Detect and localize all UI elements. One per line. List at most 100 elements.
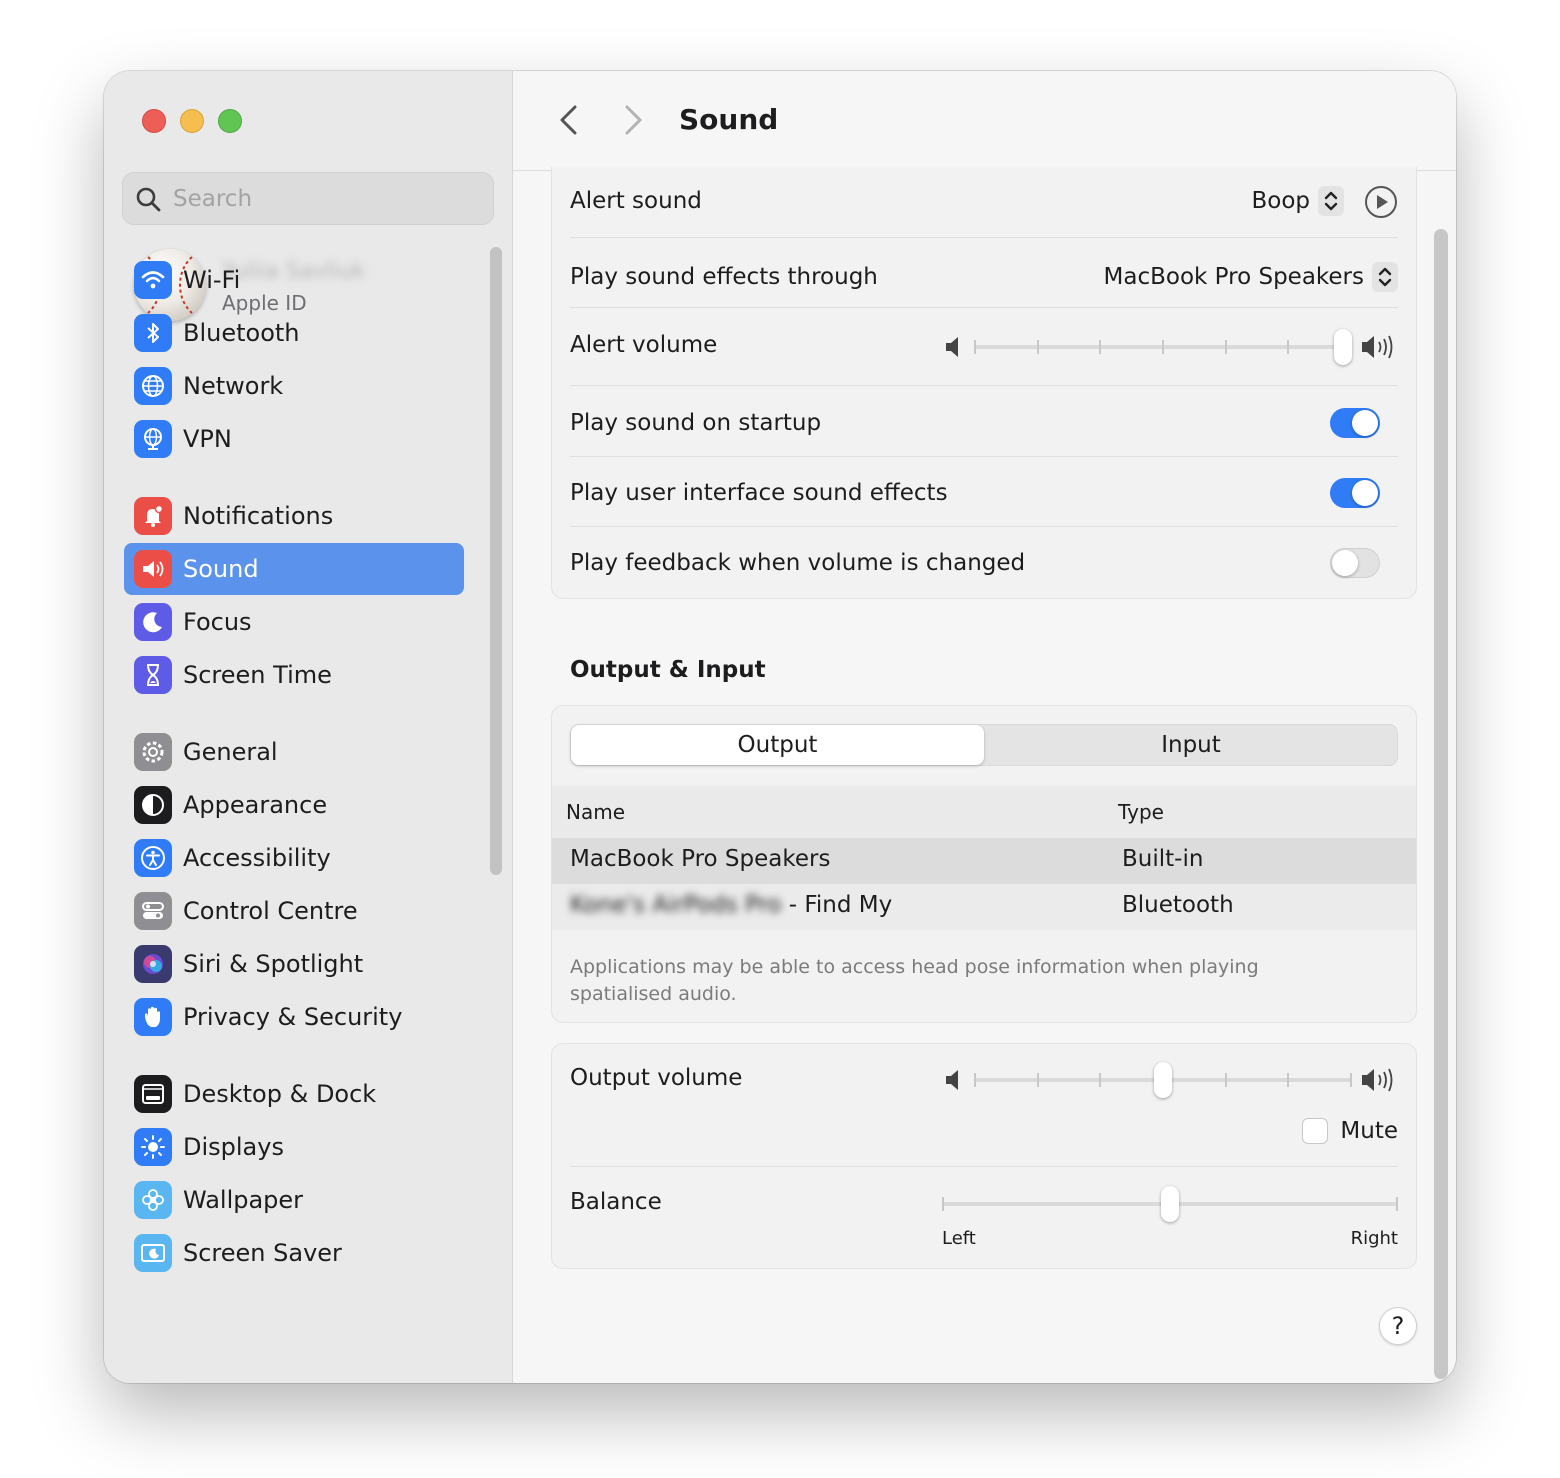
sidebar-item-label: Appearance — [183, 791, 328, 819]
sidebar-item-wi-fi[interactable]: Wi-Fi — [124, 254, 464, 306]
zoom-window-button[interactable] — [218, 109, 242, 133]
balance-right-label: Right — [1350, 1228, 1398, 1249]
sidebar-item-label: Sound — [183, 555, 259, 583]
alert-sound-label: Alert sound — [570, 188, 702, 214]
siri-icon — [134, 945, 172, 983]
forward-chevron-icon[interactable] — [617, 103, 649, 137]
sidebar-item-displays[interactable]: Displays — [124, 1121, 464, 1173]
window-controls — [142, 109, 242, 133]
toggle-knob — [1352, 410, 1378, 436]
sidebar-item-vpn[interactable]: VPN — [124, 413, 464, 465]
slider-tick — [942, 1197, 944, 1211]
hourglass-icon — [134, 656, 172, 694]
dock-icon — [134, 1075, 172, 1113]
alert-volume-slider[interactable] — [974, 327, 1352, 367]
speaker-high-icon — [1362, 1068, 1393, 1092]
sidebar-item-desktop-dock[interactable]: Desktop & Dock — [124, 1068, 464, 1120]
balance-slider[interactable] — [942, 1184, 1398, 1224]
device-name-prefix: Kone's AirPods Pro — [570, 892, 782, 918]
sidebar-item-wallpaper[interactable]: Wallpaper — [124, 1174, 464, 1226]
divider — [570, 1166, 1398, 1167]
divider — [570, 385, 1398, 386]
sidebar-item-screen-saver[interactable]: Screen Saver — [124, 1227, 464, 1279]
back-chevron-icon[interactable] — [553, 103, 585, 137]
minimize-window-button[interactable] — [180, 109, 204, 133]
slider-thumb[interactable] — [1161, 1186, 1179, 1222]
slider-tick — [1037, 1073, 1039, 1087]
toggle-knob — [1332, 550, 1358, 576]
sidebar-item-siri-spotlight[interactable]: Siri & Spotlight — [124, 938, 464, 990]
slider-tick — [1099, 340, 1101, 354]
sound-through-popup[interactable]: MacBook Pro Speakers — [1104, 262, 1398, 292]
sidebar-item-label: Control Centre — [183, 897, 358, 925]
gear-icon — [134, 733, 172, 771]
alert-sound-row: Alert sound Boop — [570, 181, 1398, 221]
table-row[interactable]: Kone's AirPods Pro - Find My Bluetooth — [552, 884, 1416, 930]
search-input[interactable] — [173, 173, 473, 224]
speaker-low-icon — [946, 337, 958, 357]
sidebar-item-appearance[interactable]: Appearance — [124, 779, 464, 831]
slider-tick — [1037, 340, 1039, 354]
sidebar-item-network[interactable]: Network — [124, 360, 464, 412]
sidebar-item-privacy-security[interactable]: Privacy & Security — [124, 991, 464, 1043]
bluetooth-icon — [134, 314, 172, 352]
output-input-card: Output Input Name Type MacBook Pro Speak… — [551, 705, 1417, 1023]
sidebar-item-sound[interactable]: Sound — [124, 543, 464, 595]
output-input-segmented-control: Output Input — [570, 724, 1398, 766]
bell-icon — [134, 497, 172, 535]
column-header-type[interactable]: Type — [1118, 800, 1164, 824]
startup-sound-label: Play sound on startup — [570, 410, 822, 436]
sidebar-item-screen-time[interactable]: Screen Time — [124, 649, 464, 701]
volume-feedback-label: Play feedback when volume is changed — [570, 550, 1026, 576]
sidebar-item-label: Siri & Spotlight — [183, 950, 364, 978]
slider-tick — [1099, 1073, 1101, 1087]
play-preview-icon[interactable] — [1364, 185, 1398, 219]
flower-icon — [134, 1181, 172, 1219]
sidebar-item-label: Displays — [183, 1133, 284, 1161]
column-header-name[interactable]: Name — [566, 800, 625, 824]
tab-input[interactable]: Input — [984, 725, 1398, 765]
device-name: - Find My — [781, 892, 893, 918]
search-field[interactable] — [122, 172, 494, 225]
sidebar-scrollbar[interactable] — [490, 247, 502, 875]
startup-sound-toggle[interactable] — [1330, 408, 1380, 438]
slider-tick — [1287, 1073, 1289, 1087]
alert-volume-label: Alert volume — [570, 332, 718, 358]
slider-thumb[interactable] — [1334, 329, 1352, 365]
sidebar-item-focus[interactable]: Focus — [124, 596, 464, 648]
main-scrollbar[interactable] — [1434, 229, 1448, 1379]
output-volume-label: Output volume — [570, 1065, 743, 1091]
sidebar-item-notifications[interactable]: Notifications — [124, 490, 464, 542]
ui-effects-label: Play user interface sound effects — [570, 480, 948, 506]
sidebar-item-accessibility[interactable]: Accessibility — [124, 832, 464, 884]
speaker-icon — [134, 550, 172, 588]
help-button[interactable]: ? — [1379, 1307, 1417, 1345]
mute-control[interactable]: Mute — [1302, 1118, 1398, 1144]
page-title: Sound — [679, 103, 779, 136]
sound-through-row: Play sound effects through MacBook Pro S… — [570, 257, 1398, 297]
sidebar-item-label: Bluetooth — [183, 319, 300, 347]
slider-thumb[interactable] — [1154, 1062, 1172, 1098]
sidebar-item-bluetooth[interactable]: Bluetooth — [124, 307, 464, 359]
sidebar-item-control-centre[interactable]: Control Centre — [124, 885, 464, 937]
sidebar-item-label: Accessibility — [183, 844, 331, 872]
mute-checkbox[interactable] — [1302, 1118, 1329, 1144]
tab-output[interactable]: Output — [571, 725, 984, 765]
table-row[interactable]: MacBook Pro Speakers Built-in — [552, 838, 1416, 884]
control-centre-icon — [134, 892, 172, 930]
ui-effects-toggle[interactable] — [1330, 478, 1380, 508]
device-name: MacBook Pro Speakers — [570, 846, 831, 872]
sound-through-value: MacBook Pro Speakers — [1103, 264, 1364, 290]
output-volume-slider[interactable] — [974, 1060, 1352, 1100]
sidebar-item-label: Desktop & Dock — [183, 1080, 377, 1108]
slider-tick — [1287, 340, 1289, 354]
close-window-button[interactable] — [142, 109, 166, 133]
wifi-icon — [134, 261, 172, 299]
sidebar-item-general[interactable]: General — [124, 726, 464, 778]
sidebar-item-label: Wi-Fi — [183, 266, 241, 294]
sidebar-item-label: Focus — [183, 608, 252, 636]
device-table-header: Name Type — [552, 786, 1416, 838]
volume-feedback-toggle[interactable] — [1330, 548, 1380, 578]
vpn-globe-icon — [134, 420, 172, 458]
alert-sound-popup[interactable]: Boop — [1251, 186, 1344, 216]
